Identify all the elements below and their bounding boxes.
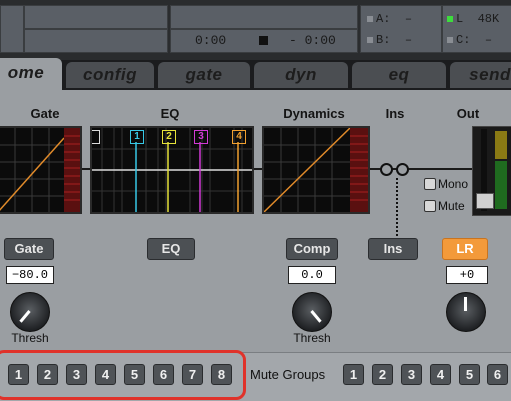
- comp-button[interactable]: Comp: [286, 238, 338, 260]
- channel-c: C: –: [447, 33, 492, 47]
- dca-button-8[interactable]: 8: [211, 364, 232, 385]
- tab-eq[interactable]: eq: [352, 62, 446, 88]
- time-elapsed: 0:00: [195, 33, 227, 48]
- out-level-value[interactable]: +0: [446, 266, 488, 284]
- insert-link-line: [396, 178, 398, 236]
- eq-band-1-marker[interactable]: 1: [130, 130, 144, 144]
- display-panel-left: [0, 5, 24, 53]
- display-panel-info: [24, 29, 168, 53]
- dca-button-7[interactable]: 7: [182, 364, 203, 385]
- insert-return-node: [396, 163, 409, 176]
- mute-group-button-2[interactable]: 2: [372, 364, 393, 385]
- tab-dyn[interactable]: dyn: [254, 62, 348, 88]
- dca-button-6[interactable]: 6: [153, 364, 174, 385]
- out-meter-fader: [472, 126, 511, 216]
- gate-graph[interactable]: [0, 126, 82, 214]
- gate-button[interactable]: Gate: [4, 238, 54, 260]
- dca-button-4[interactable]: 4: [95, 364, 116, 385]
- dca-button-3[interactable]: 3: [66, 364, 87, 385]
- mono-checkbox[interactable]: [424, 178, 436, 190]
- mute-groups-label: Mute Groups: [250, 367, 326, 382]
- gate-knob-label: Thresh: [11, 331, 49, 345]
- mute-checkbox[interactable]: [424, 200, 436, 212]
- dca-button-5[interactable]: 5: [124, 364, 145, 385]
- out-level-knob[interactable]: [446, 292, 486, 332]
- insert-send-node: [380, 163, 393, 176]
- section-gate-title: Gate: [30, 106, 60, 121]
- transport-display: 0:00 - 0:00: [170, 29, 358, 53]
- dynamics-graph[interactable]: [262, 126, 370, 214]
- section-ins-title: Ins: [385, 106, 405, 121]
- dca-button-2[interactable]: 2: [37, 364, 58, 385]
- eq-band-4-marker[interactable]: 4: [232, 130, 246, 144]
- mute-label: Mute: [438, 199, 465, 213]
- eq-button[interactable]: EQ: [147, 238, 195, 260]
- mute-group-button-3[interactable]: 3: [401, 364, 422, 385]
- section-eq-title: EQ: [160, 106, 180, 121]
- tab-send[interactable]: send: [450, 62, 511, 88]
- stop-icon[interactable]: [259, 36, 268, 45]
- channel-b: B: –: [367, 33, 412, 47]
- fader-handle[interactable]: [476, 193, 494, 209]
- ins-button[interactable]: Ins: [368, 238, 418, 260]
- mono-label: Mono: [438, 177, 469, 191]
- channel-a: A: –: [367, 12, 412, 26]
- channel-l: L 48K: [447, 12, 499, 26]
- comp-threshold-knob[interactable]: [292, 292, 332, 332]
- meter-level: [495, 161, 507, 209]
- comp-threshold-value[interactable]: 0.0: [288, 266, 336, 284]
- dca-button-1[interactable]: 1: [8, 364, 29, 385]
- tab-home[interactable]: ome: [0, 58, 62, 90]
- mute-group-button-1[interactable]: 1: [343, 364, 364, 385]
- section-dynamics-title: Dynamics: [283, 106, 345, 121]
- eq-band-2-marker[interactable]: 2: [162, 130, 176, 144]
- tab-gate[interactable]: gate: [158, 62, 250, 88]
- tab-config[interactable]: config: [66, 62, 154, 88]
- display-panel-name: [24, 5, 168, 29]
- gate-threshold-value[interactable]: −80.0: [6, 266, 54, 284]
- section-out-title: Out: [456, 106, 480, 121]
- top-status-bar: 0:00 - 0:00 A: – B: – L 48K C: –: [0, 0, 511, 60]
- mute-group-button-6[interactable]: 6: [487, 364, 508, 385]
- lr-button[interactable]: LR: [442, 238, 488, 260]
- mute-group-button-5[interactable]: 5: [459, 364, 480, 385]
- time-remaining: - 0:00: [289, 33, 336, 48]
- display-panel-top: [170, 5, 358, 29]
- meter-top-segment: [495, 131, 507, 159]
- mute-group-button-4[interactable]: 4: [430, 364, 451, 385]
- gate-threshold-knob[interactable]: [10, 292, 50, 332]
- channel-readout-ab: A: – B: –: [360, 5, 442, 53]
- eq-band-low-marker[interactable]: [92, 130, 100, 144]
- comp-knob-label: Thresh: [293, 331, 331, 345]
- channel-readout-lc: L 48K C: –: [442, 5, 511, 53]
- eq-graph[interactable]: 1 2 3 4: [90, 126, 254, 214]
- eq-band-3-marker[interactable]: 3: [194, 130, 208, 144]
